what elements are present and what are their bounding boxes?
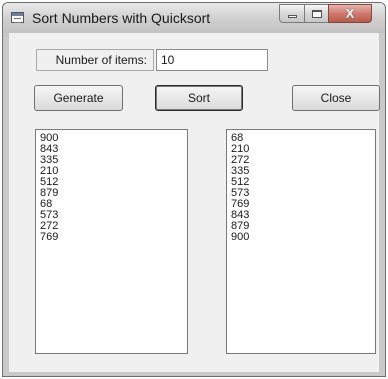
title-bar[interactable]: Sort Numbers with Quicksort X: [3, 3, 385, 33]
sort-button[interactable]: Sort: [155, 85, 243, 111]
form-client-area: Number of items: Generate Sort Close 900…: [9, 33, 380, 372]
window-app-icon[interactable]: [11, 12, 24, 23]
generate-button[interactable]: Generate: [34, 85, 123, 111]
list-item[interactable]: 335: [231, 166, 375, 177]
list-item[interactable]: 900: [231, 232, 375, 243]
list-item[interactable]: 68: [40, 199, 187, 210]
window-title: Sort Numbers with Quicksort: [32, 10, 211, 26]
list-item[interactable]: 900: [40, 133, 187, 144]
sorted-listbox[interactable]: 68 210 272 335 512 573 769 843 879 900: [226, 129, 376, 354]
maximize-button[interactable]: [304, 4, 329, 23]
list-item[interactable]: 512: [40, 177, 187, 188]
app-window: Sort Numbers with Quicksort X Number of …: [2, 2, 386, 377]
list-item[interactable]: 272: [231, 155, 375, 166]
list-item[interactable]: 573: [40, 210, 187, 221]
list-item[interactable]: 68: [231, 133, 375, 144]
list-item[interactable]: 272: [40, 221, 187, 232]
minimize-icon: [287, 15, 297, 18]
list-item[interactable]: 512: [231, 177, 375, 188]
close-window-button[interactable]: X: [328, 4, 372, 23]
unsorted-listbox[interactable]: 900 843 335 210 512 879 68 573 272 769: [35, 129, 188, 354]
list-item[interactable]: 879: [231, 221, 375, 232]
list-item[interactable]: 769: [231, 199, 375, 210]
number-of-items-label: Number of items:: [36, 49, 154, 71]
list-item[interactable]: 210: [40, 166, 187, 177]
list-item[interactable]: 843: [231, 210, 375, 221]
minimize-button[interactable]: [279, 4, 305, 23]
list-item[interactable]: 769: [40, 232, 187, 243]
list-item[interactable]: 843: [40, 144, 187, 155]
close-icon: X: [345, 6, 355, 21]
list-item[interactable]: 210: [231, 144, 375, 155]
close-button[interactable]: Close: [292, 85, 380, 111]
number-of-items-input[interactable]: [156, 49, 268, 71]
maximize-icon: [311, 9, 322, 18]
list-item[interactable]: 573: [231, 188, 375, 199]
list-item[interactable]: 335: [40, 155, 187, 166]
list-item[interactable]: 879: [40, 188, 187, 199]
